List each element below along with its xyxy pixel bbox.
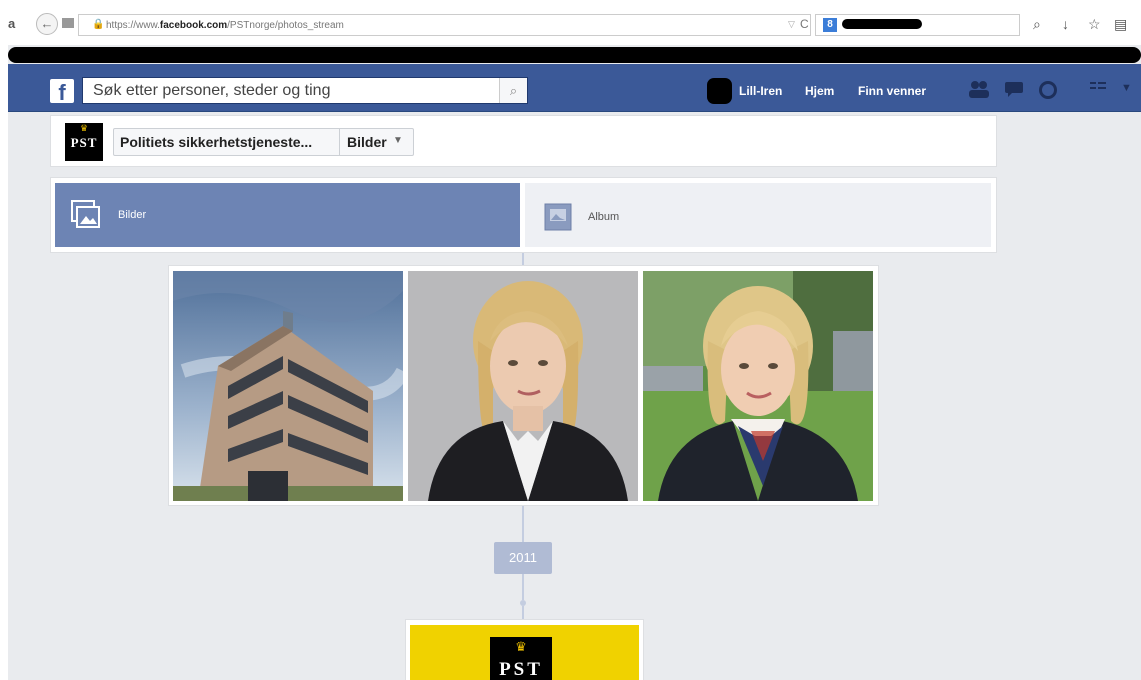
tab-bilder[interactable]: Bilder <box>55 183 520 247</box>
redacted-bookmarks-bar <box>8 47 1141 63</box>
timeline-line <box>522 253 524 265</box>
avatar[interactable] <box>707 78 732 104</box>
notifications-icon[interactable] <box>1038 80 1058 105</box>
download-icon[interactable]: ↓ <box>1062 16 1069 32</box>
breadcrumb-divider <box>339 129 340 155</box>
find-friends-link[interactable]: Finn venner <box>858 84 926 98</box>
account-menu-icon[interactable]: ▼ <box>1121 82 1132 94</box>
office-building-image <box>173 271 403 501</box>
search-placeholder: Søk etter personer, steder og ting <box>93 82 331 99</box>
page-identity-icon[interactable] <box>62 18 74 28</box>
url-text[interactable]: https://www.facebook.com/PSTnorge/photos… <box>106 20 344 31</box>
messages-icon[interactable] <box>1003 80 1025 103</box>
logo-text: PST <box>499 659 543 680</box>
reload-icon[interactable]: C <box>800 17 809 31</box>
tab-label: Album <box>588 211 620 223</box>
tab-album[interactable]: Album <box>525 183 991 247</box>
logo-text: PST <box>70 135 98 150</box>
tab-label: Bilder <box>118 209 147 221</box>
album-icon <box>544 203 574 233</box>
photos-icon <box>71 200 101 230</box>
timeline-line <box>522 574 524 600</box>
photo-thumbnail[interactable] <box>173 271 403 501</box>
privacy-shortcuts-icon[interactable] <box>1090 80 1106 99</box>
timeline-line <box>522 506 524 542</box>
crown-icon: ♛ <box>515 639 527 654</box>
friend-requests-icon[interactable] <box>968 80 990 103</box>
search-button[interactable]: ⌕ <box>499 78 527 103</box>
library-icon[interactable]: ▤ <box>1114 16 1127 33</box>
lock-icon: 🔒 <box>92 19 105 30</box>
search-icon[interactable]: ⌕ <box>1033 16 1041 33</box>
breadcrumb-page-name[interactable]: Politiets sikkerhetstjeneste... <box>120 134 312 150</box>
pst-logo: ♛ PST <box>490 637 552 680</box>
page-logo[interactable]: ♛ PST <box>65 123 103 161</box>
photo-thumbnail[interactable] <box>408 271 638 501</box>
redacted-search-text <box>842 19 922 29</box>
chevron-down-icon[interactable]: ▼ <box>393 135 403 146</box>
bookmark-icon[interactable]: ☆ <box>1088 16 1101 33</box>
facebook-logo-icon[interactable]: f <box>50 79 74 105</box>
url-dropdown-icon[interactable]: ▽ <box>788 19 795 30</box>
timeline-line <box>522 606 524 619</box>
crown-icon: ♛ <box>79 123 89 133</box>
back-button[interactable]: ← <box>36 13 58 35</box>
home-link[interactable]: Hjem <box>805 84 834 98</box>
profile-link[interactable]: Lill-Iren <box>739 84 782 98</box>
breadcrumb-section[interactable]: Bilder <box>347 134 387 150</box>
woman-portrait-image <box>408 271 638 501</box>
woman-portrait-outdoor-image <box>643 271 873 501</box>
facebook-search-input[interactable]: Søk etter personer, steder og ting ⌕ <box>82 77 528 104</box>
search-engine-icon[interactable]: 8 <box>823 18 837 32</box>
photo-thumbnail[interactable] <box>643 271 873 501</box>
amazon-icon[interactable]: a <box>8 16 15 31</box>
timeline-year-badge[interactable]: 2011 <box>494 542 552 574</box>
